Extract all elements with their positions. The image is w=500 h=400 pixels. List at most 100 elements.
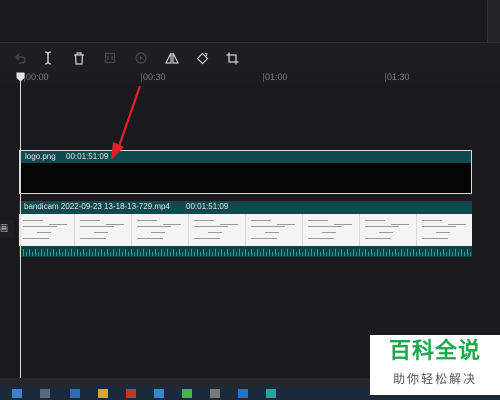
app-icon[interactable] [182,389,192,398]
rotate-icon[interactable] [192,48,212,68]
logo-clip-name: logo.png [25,152,56,161]
waveform-bar [77,249,78,256]
search-icon[interactable] [40,389,50,398]
waveform-bar [326,252,327,256]
waveform-bar [248,252,249,256]
waveform-bar [188,252,189,256]
waveform-bar [104,252,105,256]
waveform-bar [371,249,372,256]
waveform-bar [464,252,465,256]
split-icon[interactable] [38,48,58,68]
waveform-bar [41,249,42,256]
waveform-bar [221,249,222,256]
waveform-bar [245,249,246,256]
time-ruler[interactable]: 00:00 00:30 01:00 01:30 [0,72,500,84]
crop-icon[interactable] [222,48,242,68]
waveform-bar [239,249,240,256]
logo-clip-header: logo.png 00:01:51:09 [20,151,471,163]
waveform-bar [215,249,216,256]
waveform-bar [344,252,345,256]
waveform-bar [290,252,291,256]
waveform-bar [359,249,360,256]
waveform-bar [275,249,276,256]
waveform-bar [311,249,312,256]
waveform-bar [395,249,396,256]
waveform-bar [398,252,399,256]
freeze-frame-icon[interactable] [100,48,120,68]
waveform-bar [362,252,363,256]
app-icon[interactable] [266,389,276,398]
video-clip-duration: 00:01:51:09 [186,202,229,211]
waveform-bar [176,252,177,256]
waveform-bar [113,249,114,256]
app-icon[interactable] [238,389,248,398]
waveform-bar [140,252,141,256]
undo-icon[interactable] [10,48,30,68]
start-icon[interactable] [12,389,22,398]
waveform-bar [122,252,123,256]
waveform-bar [47,249,48,256]
waveform-bar [23,249,24,256]
waveform-bar [416,252,417,256]
waveform-bar [386,252,387,256]
waveform-bar [437,249,438,256]
video-thumbnail [190,214,246,246]
waveform-bar [68,252,69,256]
delete-icon[interactable] [69,48,89,68]
waveform-bar [26,252,27,256]
playhead-handle[interactable] [16,72,25,82]
annotation-arrow-icon [111,85,142,160]
waveform-bar [296,252,297,256]
waveform-bar [368,252,369,256]
waveform-bar [392,252,393,256]
video-thumbnails [19,214,472,246]
app-icon[interactable] [70,389,80,398]
video-clip-name: bandicam 2022-09-23 13-18-13-729.mp4 [24,202,170,211]
waveform-bar [407,249,408,256]
waveform-bar [110,252,111,256]
video-clip-header: bandicam 2022-09-23 13-18-13-729.mp4 00:… [19,201,472,214]
waveform-bar [98,252,99,256]
waveform-bar [209,249,210,256]
video-thumbnail [361,214,417,246]
play-icon[interactable] [131,48,151,68]
waveform-bar [266,252,267,256]
waveform-bar [446,252,447,256]
waveform-bar [251,249,252,256]
waveform-bar [119,249,120,256]
waveform-bar [278,252,279,256]
waveform-bar [191,249,192,256]
waveform-bar [302,252,303,256]
waveform-bar [80,252,81,256]
waveform-bar [155,249,156,256]
waveform-bar [152,252,153,256]
waveform-bar [218,252,219,256]
waveform-bar [455,249,456,256]
waveform-bar [137,249,138,256]
waveform-bar [389,249,390,256]
app-icon[interactable] [210,389,220,398]
video-thumbnail [418,214,472,246]
watermark-subtitle: 助你轻松解决 [392,372,477,386]
waveform-bar [164,252,165,256]
waveform-bar [380,252,381,256]
waveform-bar [383,249,384,256]
waveform-bar [236,252,237,256]
waveform-bar [170,252,171,256]
waveform-bar [401,249,402,256]
waveform-bar [428,252,429,256]
waveform-bar [353,249,354,256]
playhead-line[interactable] [20,80,21,378]
app-icon[interactable] [126,389,136,398]
waveform-bar [458,252,459,256]
app-icon[interactable] [154,389,164,398]
preview-area [0,0,500,42]
waveform-bar [281,249,282,256]
waveform-bar [146,252,147,256]
folder-icon[interactable] [98,389,108,398]
mirror-icon[interactable] [162,48,182,68]
logo-clip[interactable]: logo.png 00:01:51:09 [19,150,472,194]
ruler-tick [263,73,264,82]
video-thumbnail [304,214,360,246]
waveform-bar [404,252,405,256]
